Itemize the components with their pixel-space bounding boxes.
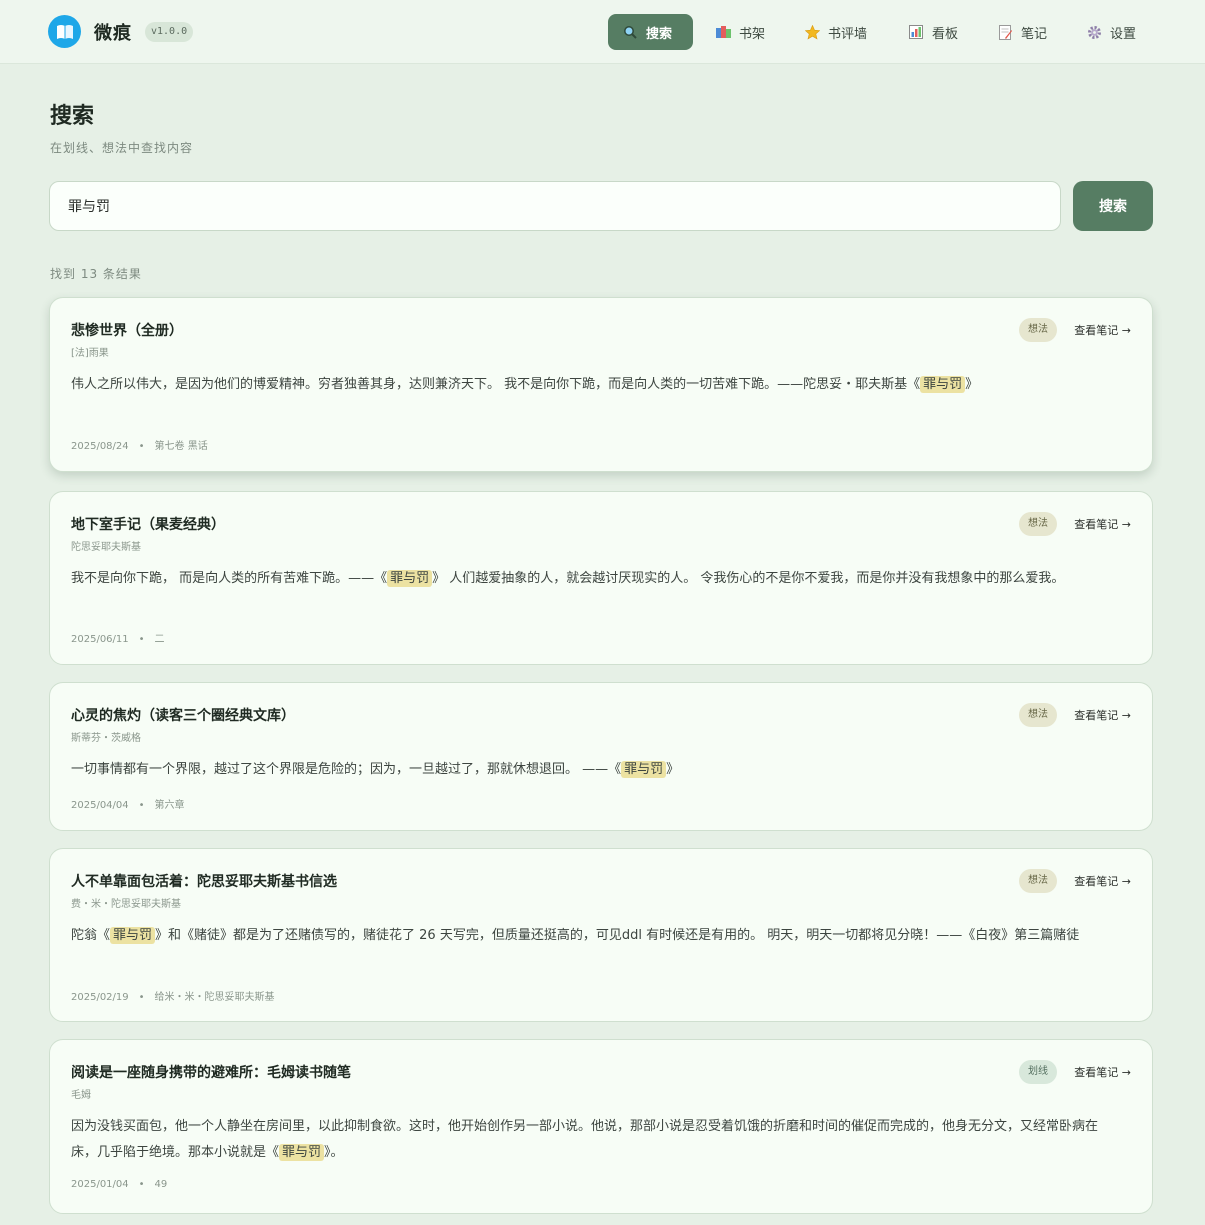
nav-notes[interactable]: 笔记 [983,14,1061,50]
nav-review-wall[interactable]: 书评墙 [790,14,881,50]
note-type-badge: 想法 [1019,318,1057,342]
version-badge: v1.0.0 [145,22,194,42]
book-author: 费・米・陀思妥耶夫斯基 [71,899,181,910]
note-chapter: 给米・米・陀思妥耶夫斯基 [154,992,275,1003]
nav-label: 搜索 [646,26,673,42]
nav-dashboard[interactable]: 看板 [894,14,972,50]
search-highlight: 罪与罚 [387,570,433,587]
note-text: 我不是向你下跪， 而是向人类的所有苦难下跪。——《 罪与罚》 人们越爱抽象的人，就… [71,570,1065,587]
memo-icon [997,24,1013,40]
book-author: 毛姆 [71,1090,91,1101]
note-chapter: 二 [154,634,165,645]
nav-label: 设置 [1110,26,1137,42]
nav-label: 看板 [932,26,959,42]
book-logo-icon[interactable] [48,15,81,48]
note-type-badge: 划线 [1019,1060,1057,1084]
search-highlight: 罪与罚 [110,927,156,944]
note-chapter: 49 [154,1179,168,1190]
page-title: 搜索 [50,104,95,129]
book-author: [法]雨果 [71,348,109,359]
note-date: 2025/06/11 [71,634,129,645]
view-note-link[interactable]: 查看笔记 → [1074,1064,1131,1080]
view-note-link[interactable]: 查看笔记 → [1074,322,1131,338]
book-title: 地下室手记（果麦经典） [71,517,225,533]
nav-label: 书架 [739,26,766,42]
note-meta: 2025/01/04 • 49 [71,1179,168,1190]
note-meta: 2025/02/19 • 给米・米・陀思妥耶夫斯基 [71,992,275,1003]
star-icon [804,24,820,40]
search-highlight: 罪与罚 [279,1144,325,1161]
nav-settings[interactable]: 设置 [1072,14,1150,50]
book-author: 陀思妥耶夫斯基 [71,542,141,553]
note-type-badge: 想法 [1019,512,1057,536]
note-chapter: 第七卷 黑话 [154,441,208,452]
magnifier-icon [622,24,638,40]
note-text: 陀翁《 罪与罚 》和《赌徒》都是为了还赌债写的，赌徒花了 26 天写完，但质量还挺高… [71,927,1080,944]
view-note-link[interactable]: 查看笔记 → [1074,516,1131,532]
note-date: 2025/04/04 [71,800,129,811]
note-date: 2025/08/24 [71,441,129,452]
books-icon [715,24,731,40]
nav-label: 书评墙 [828,26,868,42]
nav-label: 笔记 [1021,26,1048,42]
note-meta: 2025/04/04 • 第六章 [71,800,185,811]
gear-icon [1086,24,1102,40]
result-card[interactable]: 地下室手记（果麦经典） 陀思妥耶夫斯基 想法 查看笔记 → 我不是向你下跪， 而… [49,491,1153,665]
book-title: 悲惨世界（全册） [71,323,183,339]
search-input[interactable] [49,181,1061,231]
note-type-badge: 想法 [1019,703,1057,727]
book-author: 斯蒂芬・茨威格 [71,733,141,744]
search-highlight: 罪与罚 [920,376,966,393]
nav-search[interactable]: 搜索 [608,14,693,50]
note-type-badge: 想法 [1019,869,1057,893]
note-text: 伟人之所以伟大，是因为他们的博爱精神。穷者独善其身，达则兼济天下。 我不是向你下… [71,376,979,393]
search-highlight: 罪与罚 [621,761,667,778]
note-date: 2025/02/19 [71,992,129,1003]
app-name: 微痕 [94,23,132,44]
book-title: 人不单靠面包活着：陀思妥耶夫斯基书信选 [71,874,337,890]
view-note-link[interactable]: 查看笔记 → [1074,707,1131,723]
result-card[interactable]: 悲惨世界（全册） [法]雨果 想法 查看笔记 → 伟人之所以伟大，是因为他们的博… [49,297,1153,472]
search-button[interactable]: 搜索 [1073,181,1153,231]
top-bar: 微痕 v1.0.0 搜索 书架 书评墙 看板 笔记 设置 [0,0,1205,64]
note-meta: 2025/06/11 • 二 [71,634,165,645]
note-text: 因为没钱买面包，他一个人静坐在房间里，以此抑制食欲。这时，他开始创作另一部小说。… [71,1119,1099,1161]
view-note-link[interactable]: 查看笔记 → [1074,873,1131,889]
page-subtitle: 在划线、想法中查找内容 [50,141,194,155]
result-card[interactable]: 阅读是一座随身携带的避难所：毛姆读书随笔 毛姆 划线 查看笔记 → 因为没钱买面… [49,1039,1153,1214]
result-card[interactable]: 心灵的焦灼（读客三个圈经典文库） 斯蒂芬・茨威格 想法 查看笔记 → 一切事情都… [49,682,1153,831]
nav-bookshelf[interactable]: 书架 [701,14,779,50]
book-title: 心灵的焦灼（读客三个圈经典文库） [71,708,295,724]
note-chapter: 第六章 [154,800,185,811]
book-title: 阅读是一座随身携带的避难所：毛姆读书随笔 [71,1065,351,1081]
note-text: 一切事情都有一个界限，越过了这个界限是危险的；因为，一旦越过了，那就休想退回。 … [71,761,680,778]
results-count: 找到 13 条结果 [50,267,142,281]
note-meta: 2025/08/24 • 第七卷 黑话 [71,441,208,452]
chart-icon [908,24,924,40]
result-card[interactable]: 人不单靠面包活着：陀思妥耶夫斯基书信选 费・米・陀思妥耶夫斯基 想法 查看笔记 … [49,848,1153,1022]
note-date: 2025/01/04 [71,1179,129,1190]
